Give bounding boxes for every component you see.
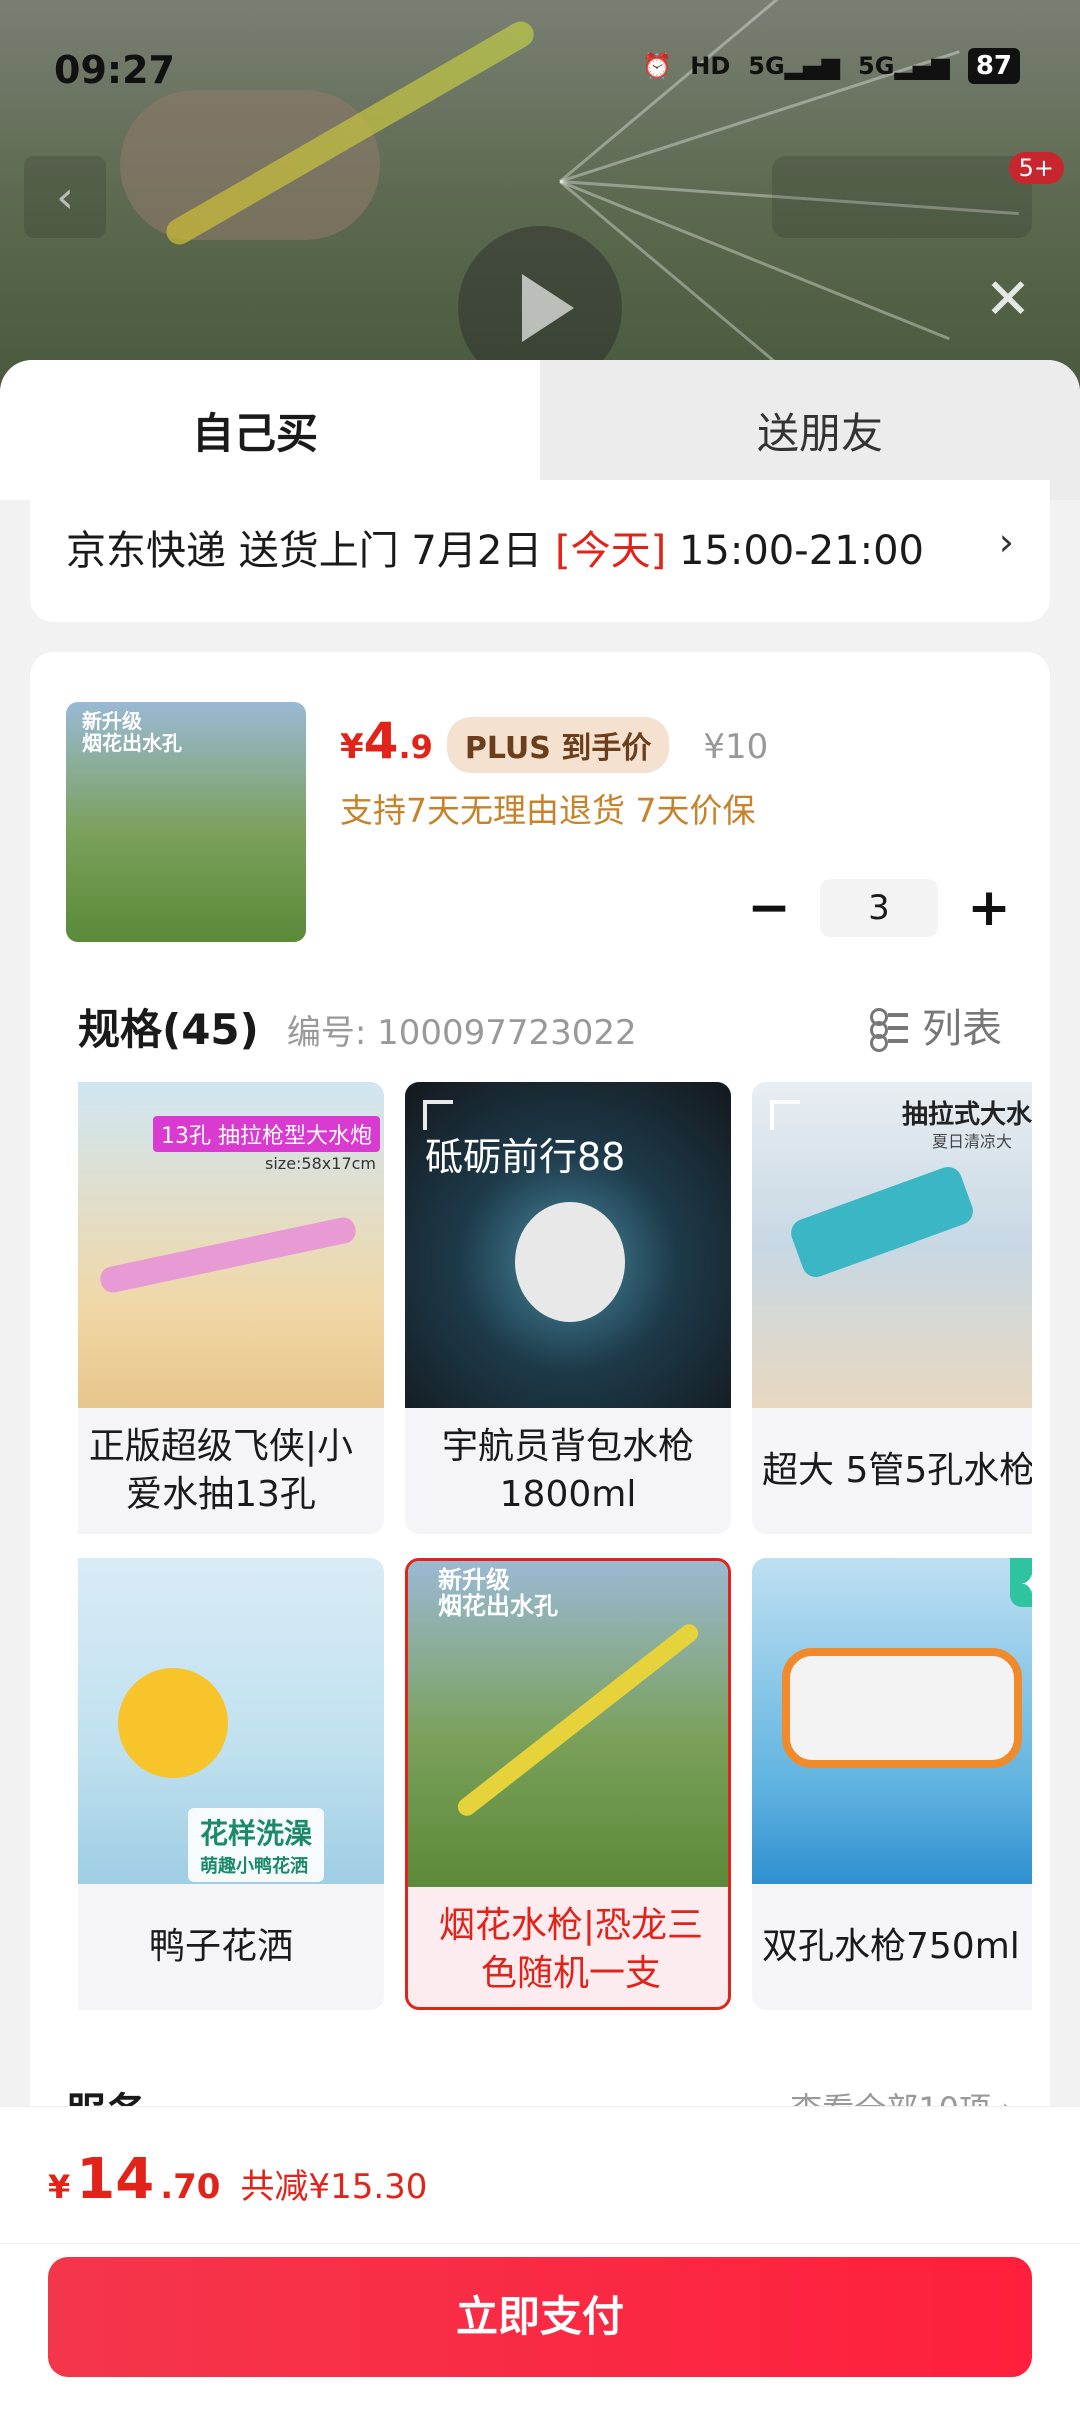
variant-image-sublabel: 夏日清凉大	[932, 1132, 1013, 1151]
water-gun-shape	[782, 1648, 1022, 1768]
variant-image: ✦新	[752, 1558, 1032, 1884]
hd-icon: HD	[690, 52, 731, 80]
variant-image-label: 新升级 烟花出水孔	[438, 1566, 558, 1620]
list-view-toggle[interactable]: 列表	[870, 996, 1002, 1054]
variant-image: 新升级 烟花出水孔	[408, 1561, 728, 1887]
list-icon	[870, 1006, 908, 1052]
water-gun-shape	[787, 1163, 977, 1281]
tab-self-buy[interactable]: 自己买	[0, 400, 510, 461]
close-icon[interactable]: ✕	[978, 270, 1038, 330]
status-icons: ⏰ HD 5G ▂▄▆ 5G ▂▄▆ 87	[642, 48, 1020, 84]
pay-now-button[interactable]: 立即支付	[48, 2257, 1032, 2377]
original-price: ¥10	[703, 727, 769, 767]
variant-image-label: 花样洗澡 萌趣小鸭花洒	[188, 1808, 325, 1882]
spec-header: 规格(45) 编号: 100097723022	[78, 996, 637, 1057]
variant-name: 超大 5管5孔水枪	[762, 1450, 1032, 1491]
variant-image-label: 砥砺前行88	[425, 1135, 626, 1179]
total-price: ¥14.70 共减¥15.30	[48, 2147, 428, 2212]
chevron-right-icon: ›	[998, 520, 1014, 564]
size-label: size:58x17cm	[265, 1154, 376, 1173]
variant-option[interactable]: ✦新 双孔水枪750ml	[752, 1558, 1032, 2010]
plus-price: ¥4.9	[340, 712, 433, 770]
alarm-icon: ⏰	[642, 52, 673, 80]
chevron-left-icon: ‹	[56, 171, 74, 223]
variant-option-selected[interactable]: 新升级 烟花出水孔 烟花水枪|恐龙三 色随机一支	[405, 1558, 731, 2010]
water-gun-shape	[98, 1215, 358, 1295]
battery-icon: 87	[967, 48, 1020, 84]
delivery-info: 京东快递 送货上门 7月2日 [今天] 15:00-21:00	[66, 518, 924, 576]
delivery-row[interactable]: 京东快递 送货上门 7月2日 [今天] 15:00-21:00 ›	[30, 480, 1050, 622]
notification-badge: 5+	[1008, 152, 1064, 184]
variant-name: 正版超级飞侠|小 爱水抽13孔	[88, 1426, 354, 1515]
quantity-stepper: − 3 +	[744, 878, 1014, 938]
variant-name: 鸭子花洒	[148, 1926, 293, 1967]
variant-option[interactable]: 13孔 抽拉枪型大水炮 size:58x17cm 正版超级飞侠|小 爱水抽13孔	[78, 1082, 384, 1534]
variant-image: 花样洗澡 萌趣小鸭花洒	[78, 1558, 384, 1884]
discount-total: 共减¥15.30	[240, 2167, 428, 2207]
variant-image: 13孔 抽拉枪型大水炮 size:58x17cm	[78, 1082, 384, 1408]
delivery-today-tag: [今天]	[555, 528, 667, 574]
back-button[interactable]: ‹	[24, 156, 106, 238]
astronaut-shape	[515, 1202, 625, 1322]
tab-send-friend[interactable]: 送朋友	[560, 400, 1080, 461]
checkout-footer: ¥14.70 共减¥15.30 立即支付	[0, 2106, 1080, 2412]
clock: 09:27	[54, 48, 175, 92]
variant-image: 砥砺前行88	[405, 1082, 731, 1408]
delivery-time-window: 15:00-21:00	[666, 528, 924, 574]
variant-option[interactable]: 花样洗澡 萌趣小鸭花洒 鸭子花洒	[78, 1558, 384, 2010]
new-badge: ✦新	[1010, 1558, 1032, 1607]
delivery-prefix: 京东快递 送货上门 7月2日	[66, 528, 556, 574]
quantity-field[interactable]: 3	[820, 879, 938, 937]
signal-icon: 5G ▂▄▆	[748, 52, 841, 80]
spec-title: 规格(45)	[78, 1005, 259, 1054]
product-card: 新升级 烟花出水孔 ¥4.9 PLUS 到手价 ¥10 支持7天无理由退货 7天…	[30, 652, 1050, 2152]
list-label: 列表	[922, 1006, 1002, 1052]
zoom-corner-icon	[770, 1100, 800, 1130]
purchase-sheet: 自己买 送朋友 京东快递 送货上门 7月2日 [今天] 15:00-21:00 …	[0, 360, 1080, 2412]
variant-option[interactable]: 抽拉式大水 夏日清凉大 超大 5管5孔水枪	[752, 1082, 1032, 1534]
signal-icon-2: 5G ▂▄▆	[858, 52, 950, 80]
duck-shape	[118, 1668, 228, 1778]
water-gun-shape	[454, 1620, 702, 1820]
service-guarantee: 支持7天无理由退货 7天价保	[340, 791, 756, 830]
variant-tag: 13孔 抽拉枪型大水炮	[152, 1116, 380, 1152]
variant-image-label: 抽拉式大水	[902, 1100, 1032, 1130]
variant-option[interactable]: 砥砺前行88 宇航员背包水枪 1800ml	[405, 1082, 731, 1534]
plus-icon[interactable]: +	[964, 878, 1014, 938]
sku-number: 编号: 100097723022	[286, 1013, 637, 1053]
status-bar: 09:27 ⏰ HD 5G ▂▄▆ 5G ▂▄▆ 87	[0, 0, 1080, 140]
variant-name: 双孔水枪750ml	[762, 1926, 1020, 1967]
variant-image: 抽拉式大水 夏日清凉大	[752, 1082, 1032, 1408]
variant-name: 烟花水枪|恐龙三 色随机一支	[438, 1905, 704, 1994]
product-thumbnail[interactable]: 新升级 烟花出水孔	[66, 702, 306, 942]
plus-price-tag: PLUS 到手价	[446, 717, 670, 773]
thumb-tag: 新升级 烟花出水孔	[82, 709, 182, 755]
price-row: ¥4.9 PLUS 到手价 ¥10	[340, 712, 768, 773]
purchase-tabs: 自己买 送朋友	[0, 360, 1080, 500]
variant-name: 宇航员背包水枪 1800ml	[441, 1426, 694, 1515]
top-actions-group[interactable]	[772, 156, 1032, 238]
variant-grid: 13孔 抽拉枪型大水炮 size:58x17cm 正版超级飞侠|小 爱水抽13孔…	[78, 1082, 1032, 2022]
minus-icon[interactable]: −	[744, 878, 794, 938]
divider	[0, 2243, 1080, 2244]
